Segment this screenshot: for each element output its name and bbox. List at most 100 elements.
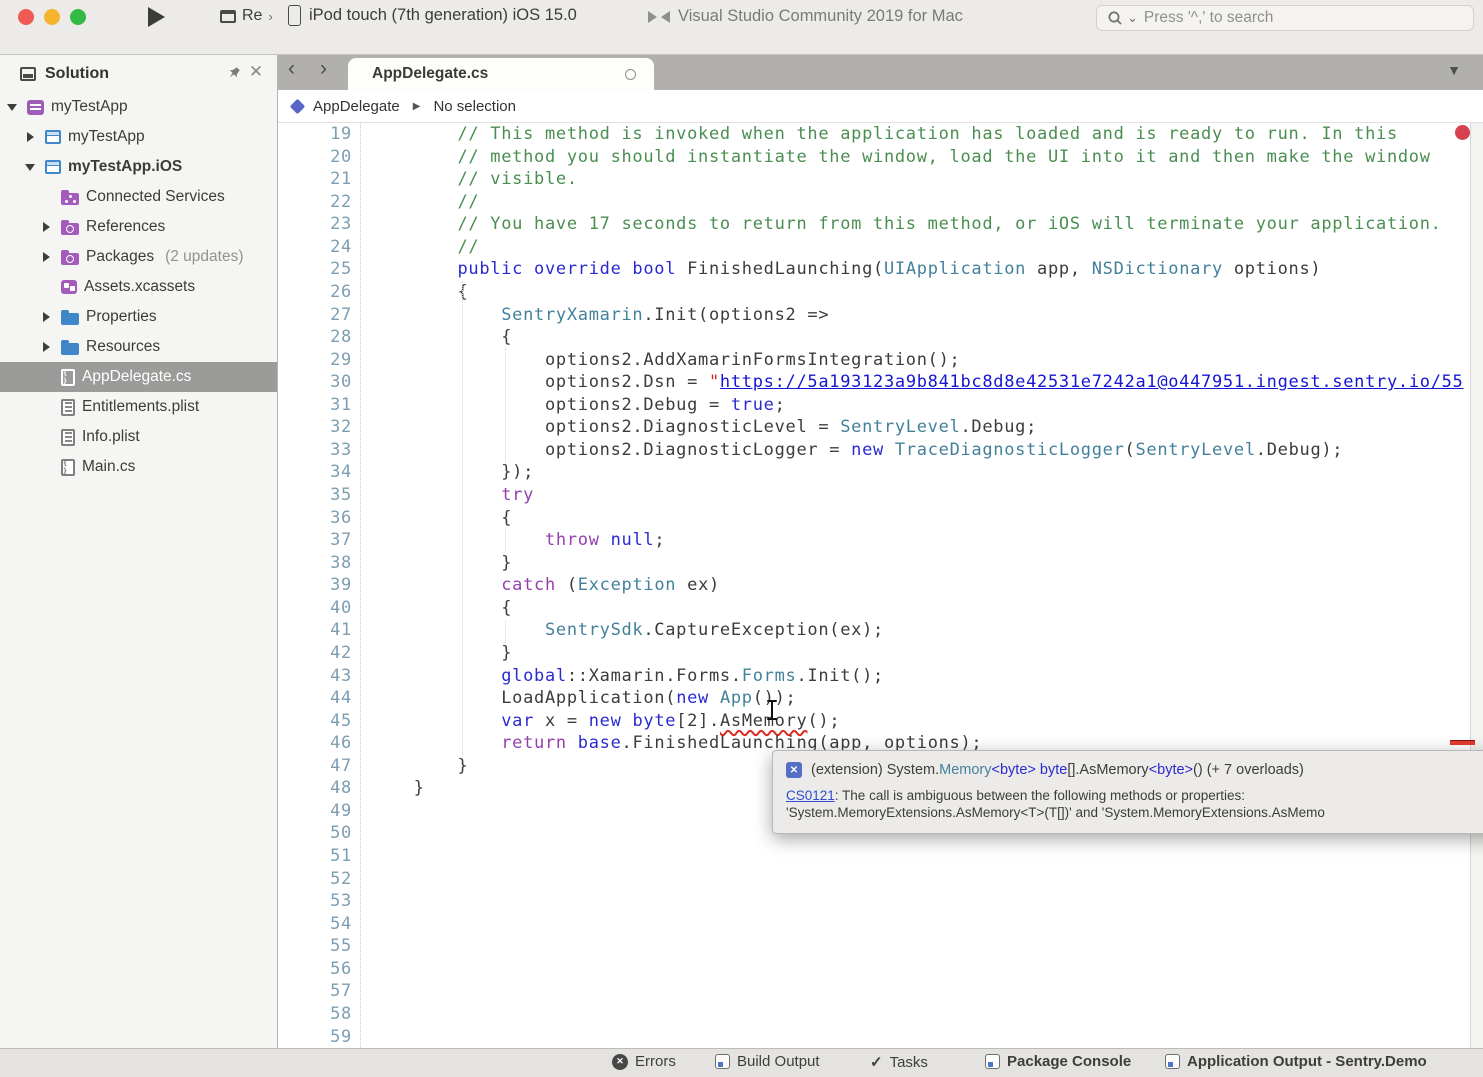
pad-button-tasks[interactable]: ✓Tasks <box>870 1053 928 1071</box>
code-line-38[interactable]: 38 } <box>278 552 1470 575</box>
sidebar-item-info-plist[interactable]: Info.plist <box>0 422 277 452</box>
disclosure-down-icon[interactable] <box>4 104 20 111</box>
code-line-32[interactable]: 32 options2.DiagnosticLevel = SentryLeve… <box>278 416 1470 439</box>
line-number[interactable]: 29 <box>278 349 352 372</box>
disclosure-right-icon[interactable] <box>38 252 54 262</box>
line-number[interactable]: 28 <box>278 326 352 349</box>
line-number[interactable]: 30 <box>278 371 352 394</box>
navigate-back-icon[interactable]: ‹ <box>288 57 295 81</box>
pin-panel-icon[interactable] <box>226 65 242 81</box>
search-input[interactable]: ⌄ Press '^,' to search <box>1096 5 1474 31</box>
line-number[interactable]: 40 <box>278 597 352 620</box>
line-number[interactable]: 46 <box>278 732 352 755</box>
sidebar-item-mytestapp-ios[interactable]: myTestApp.iOS <box>0 152 277 182</box>
code-line-31[interactable]: 31 options2.Debug = true; <box>278 394 1470 417</box>
sidebar-item-packages[interactable]: Packages(2 updates) <box>0 242 277 272</box>
code-line-37[interactable]: 37 throw null; <box>278 529 1470 552</box>
line-number[interactable]: 33 <box>278 439 352 462</box>
line-number[interactable]: 24 <box>278 236 352 259</box>
code-editor[interactable]: 19 // This method is invoked when the ap… <box>278 123 1470 1048</box>
line-number[interactable]: 39 <box>278 574 352 597</box>
code-line-53[interactable]: 53 <box>278 890 1470 913</box>
line-number[interactable]: 54 <box>278 913 352 936</box>
sidebar-item-entitlements-plist[interactable]: Entitlements.plist <box>0 392 277 422</box>
sidebar-item-main-cs[interactable]: Main.cs <box>0 452 277 482</box>
line-number[interactable]: 34 <box>278 461 352 484</box>
line-number[interactable]: 25 <box>278 258 352 281</box>
code-line-58[interactable]: 58 <box>278 1003 1470 1026</box>
code-line-23[interactable]: 23 // You have 17 seconds to return from… <box>278 213 1470 236</box>
line-number[interactable]: 55 <box>278 935 352 958</box>
line-number[interactable]: 35 <box>278 484 352 507</box>
code-line-29[interactable]: 29 options2.AddXamarinFormsIntegration()… <box>278 349 1470 372</box>
disclosure-right-icon[interactable] <box>38 312 54 322</box>
pad-button-package-console[interactable]: Package Console <box>985 1053 1131 1070</box>
pad-button-build-output[interactable]: Build Output <box>715 1053 820 1070</box>
line-number[interactable]: 59 <box>278 1026 352 1049</box>
device-selector[interactable]: iPod touch (7th generation) iOS 15.0 <box>288 5 577 26</box>
code-line-45[interactable]: 45 var x = new byte[2].AsMemory(); <box>278 710 1470 733</box>
close-panel-icon[interactable]: ✕ <box>248 63 264 81</box>
code-line-25[interactable]: 25 public override bool FinishedLaunchin… <box>278 258 1470 281</box>
code-line-33[interactable]: 33 options2.DiagnosticLogger = new Trace… <box>278 439 1470 462</box>
sidebar-item-mytestapp[interactable]: myTestApp <box>0 122 277 152</box>
tab-overflow-chevron-icon[interactable]: ▼ <box>1447 62 1461 78</box>
line-number[interactable]: 37 <box>278 529 352 552</box>
code-line-42[interactable]: 42 } <box>278 642 1470 665</box>
scrollbar-margin[interactable] <box>1470 123 1483 1048</box>
close-window-button[interactable] <box>18 9 34 25</box>
sidebar-item-appdelegate-cs[interactable]: AppDelegate.cs <box>0 362 277 392</box>
line-number[interactable]: 32 <box>278 416 352 439</box>
line-number[interactable]: 41 <box>278 619 352 642</box>
sidebar-item-resources[interactable]: Resources <box>0 332 277 362</box>
line-number[interactable]: 26 <box>278 281 352 304</box>
code-line-44[interactable]: 44 LoadApplication(new App()); <box>278 687 1470 710</box>
line-number[interactable]: 53 <box>278 890 352 913</box>
line-number[interactable]: 23 <box>278 213 352 236</box>
code-line-36[interactable]: 36 { <box>278 507 1470 530</box>
line-number[interactable]: 48 <box>278 777 352 800</box>
tab-appdelegate[interactable]: AppDelegate.cs <box>348 58 654 90</box>
sidebar-item-connected-services[interactable]: Connected Services <box>0 182 277 212</box>
code-line-24[interactable]: 24 // <box>278 236 1470 259</box>
line-number[interactable]: 52 <box>278 868 352 891</box>
sidebar-item-references[interactable]: References <box>0 212 277 242</box>
minimize-window-button[interactable] <box>44 9 60 25</box>
code-line-55[interactable]: 55 <box>278 935 1470 958</box>
error-code-link[interactable]: CS0121 <box>786 788 835 803</box>
line-number[interactable]: 57 <box>278 980 352 1003</box>
code-line-30[interactable]: 30 options2.Dsn = "https://5a193123a9b84… <box>278 371 1470 394</box>
line-number[interactable]: 20 <box>278 146 352 169</box>
disclosure-right-icon[interactable] <box>38 222 54 232</box>
code-line-19[interactable]: 19 // This method is invoked when the ap… <box>278 123 1470 146</box>
disclosure-right-icon[interactable] <box>22 132 38 142</box>
code-line-43[interactable]: 43 global::Xamarin.Forms.Forms.Init(); <box>278 665 1470 688</box>
pad-button-application-output-sentry-demo[interactable]: Application Output - Sentry.Demo <box>1165 1053 1427 1070</box>
line-number[interactable]: 56 <box>278 958 352 981</box>
code-line-22[interactable]: 22 // <box>278 191 1470 214</box>
line-number[interactable]: 36 <box>278 507 352 530</box>
line-number[interactable]: 51 <box>278 845 352 868</box>
code-line-59[interactable]: 59 <box>278 1026 1470 1049</box>
sidebar-item-mytestapp[interactable]: myTestApp <box>0 92 277 122</box>
sidebar-item-assets-xcassets[interactable]: Assets.xcassets <box>0 272 277 302</box>
line-number[interactable]: 31 <box>278 394 352 417</box>
sidebar-item-properties[interactable]: Properties <box>0 302 277 332</box>
code-line-51[interactable]: 51 <box>278 845 1470 868</box>
disclosure-right-icon[interactable] <box>38 342 54 352</box>
breadcrumb-class[interactable]: AppDelegate <box>313 98 400 115</box>
code-line-34[interactable]: 34 }); <box>278 461 1470 484</box>
line-number[interactable]: 47 <box>278 755 352 778</box>
code-line-27[interactable]: 27 SentryXamarin.Init(options2 => <box>278 304 1470 327</box>
line-number[interactable]: 38 <box>278 552 352 575</box>
disclosure-down-icon[interactable] <box>22 164 38 171</box>
zoom-window-button[interactable] <box>70 9 86 25</box>
line-number[interactable]: 44 <box>278 687 352 710</box>
breadcrumb-member[interactable]: No selection <box>433 98 516 115</box>
line-number[interactable]: 45 <box>278 710 352 733</box>
code-line-56[interactable]: 56 <box>278 958 1470 981</box>
code-line-52[interactable]: 52 <box>278 868 1470 891</box>
navigate-forward-icon[interactable]: › <box>320 57 327 81</box>
code-line-39[interactable]: 39 catch (Exception ex) <box>278 574 1470 597</box>
code-line-20[interactable]: 20 // method you should instantiate the … <box>278 146 1470 169</box>
